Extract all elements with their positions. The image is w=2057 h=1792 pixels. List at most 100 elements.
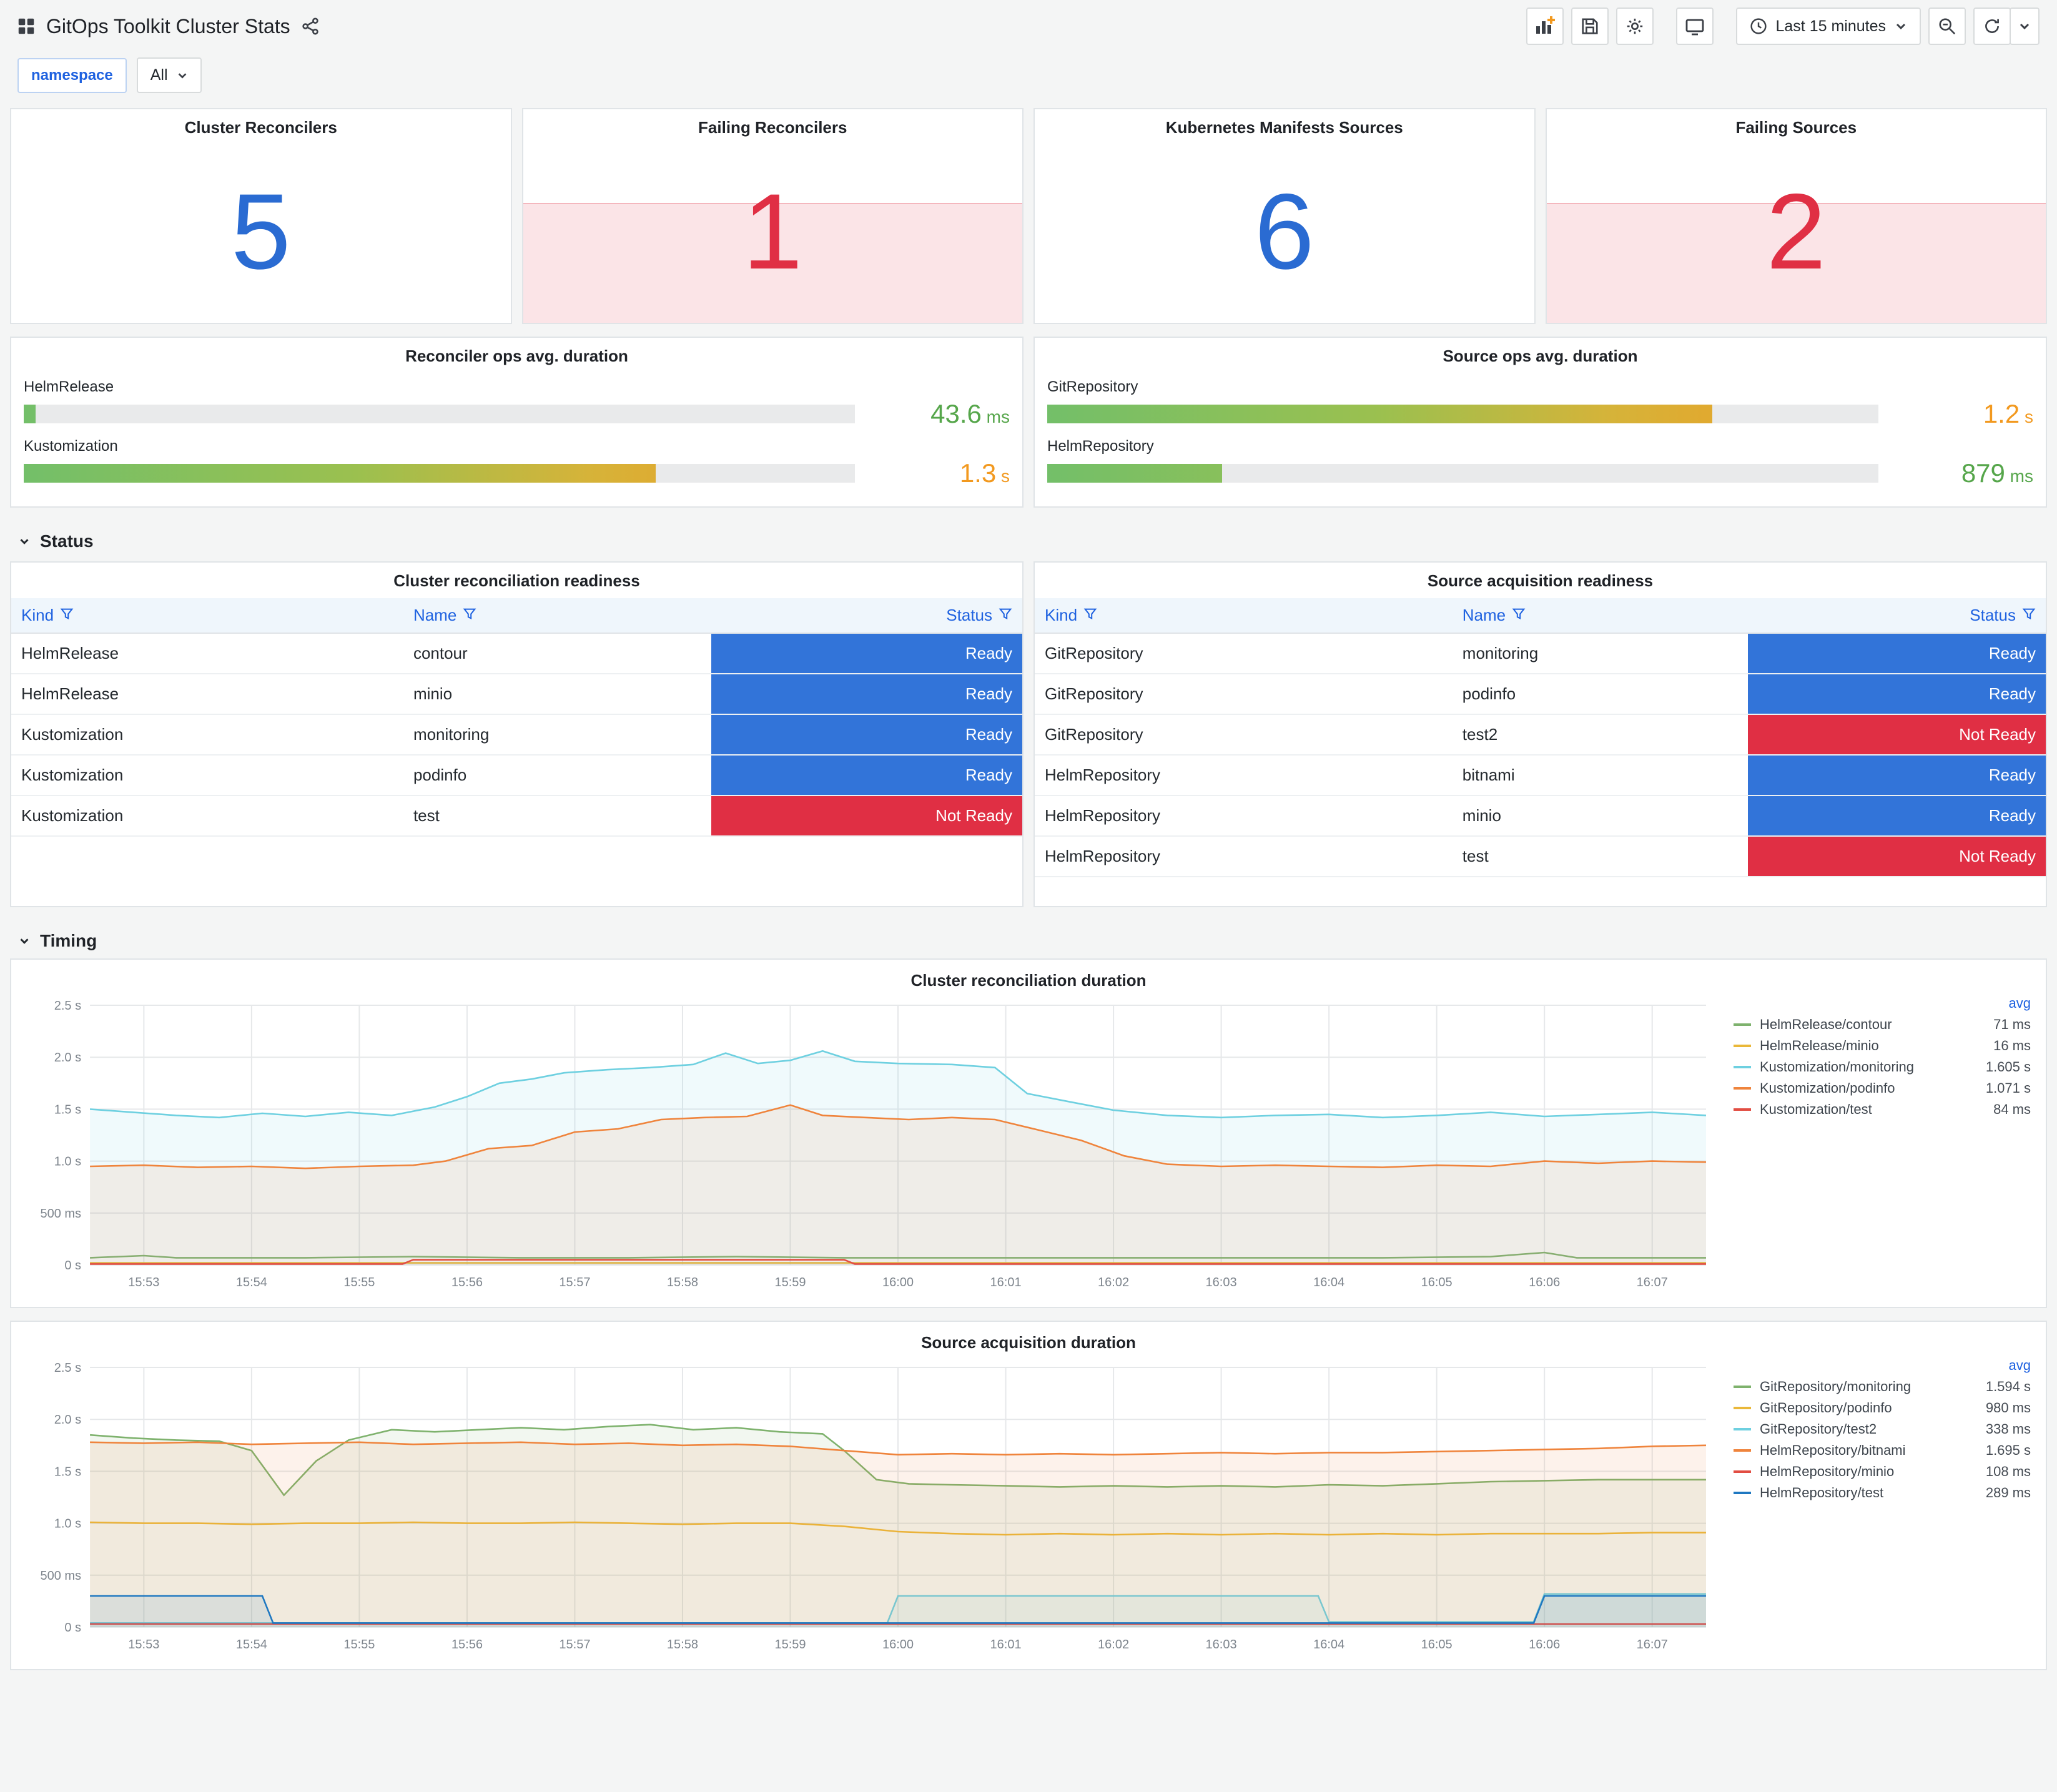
filter-funnel-icon[interactable] bbox=[2022, 607, 2036, 621]
legend-item[interactable]: Kustomization/monitoring 1.605 s bbox=[1734, 1059, 2031, 1075]
series-name[interactable]: Kustomization/monitoring bbox=[1760, 1059, 1977, 1075]
panel-title[interactable]: Cluster reconciliation duration bbox=[21, 962, 2036, 993]
svg-text:0 s: 0 s bbox=[64, 1259, 81, 1273]
share-dashboard-icon[interactable] bbox=[302, 17, 319, 35]
refresh-dashboard-button[interactable] bbox=[1973, 7, 2011, 45]
bar-gauge-track bbox=[1047, 463, 1878, 483]
bar-gauge-value: 1.2 s bbox=[1983, 399, 2033, 429]
legend-item[interactable]: HelmRepository/test 289 ms bbox=[1734, 1485, 2031, 1501]
cell-status: Not Ready bbox=[1747, 714, 2046, 756]
series-color-swatch bbox=[1734, 1428, 1751, 1430]
series-color-swatch bbox=[1734, 1066, 1751, 1068]
zoom-out-time-button[interactable] bbox=[1928, 7, 1966, 45]
series-name[interactable]: HelmRepository/bitnami bbox=[1760, 1442, 1977, 1459]
cycle-view-mode-button[interactable] bbox=[1675, 7, 1714, 45]
table-row: HelmRepository bitnami Ready bbox=[1035, 755, 2046, 796]
svg-text:500 ms: 500 ms bbox=[40, 1207, 81, 1221]
column-header-kind[interactable]: Kind bbox=[11, 598, 403, 634]
cell-kind: HelmRepository bbox=[1035, 795, 1453, 837]
time-range-label: Last 15 minutes bbox=[1775, 17, 1887, 35]
panel-title[interactable]: Failing Sources bbox=[1547, 109, 2046, 140]
template-variables-row: namespace All bbox=[0, 52, 2057, 106]
bar-gauge-track bbox=[24, 405, 855, 424]
series-name[interactable]: GitRepository/monitoring bbox=[1760, 1379, 1977, 1395]
legend-item[interactable]: HelmRelease/contour 71 ms bbox=[1734, 1017, 2031, 1033]
column-header-status[interactable]: Status bbox=[1747, 598, 2046, 634]
series-color-swatch bbox=[1734, 1386, 1751, 1388]
panel-title[interactable]: Cluster reconciliation readiness bbox=[11, 563, 1022, 593]
series-name[interactable]: HelmRelease/minio bbox=[1760, 1038, 1985, 1054]
panel-title[interactable]: Kubernetes Manifests Sources bbox=[1035, 109, 1534, 140]
variable-namespace-dropdown[interactable]: All bbox=[136, 57, 202, 93]
panel-title[interactable]: Source acquisition readiness bbox=[1035, 563, 2046, 593]
cell-status: Ready bbox=[711, 714, 1022, 756]
svg-text:15:53: 15:53 bbox=[128, 1638, 159, 1652]
column-header-status[interactable]: Status bbox=[711, 598, 1022, 634]
table-row: GitRepository test2 Not Ready bbox=[1035, 714, 2046, 756]
series-name[interactable]: GitRepository/test2 bbox=[1760, 1421, 1977, 1437]
legend-avg-header[interactable]: avg bbox=[1734, 1357, 2031, 1374]
bar-gauge-gitrepository: GitRepository 1.2 s bbox=[1047, 378, 2033, 427]
cell-status: Not Ready bbox=[711, 795, 1022, 837]
chart-panel-cluster-reconciliation-duration: Cluster reconciliation duration 15:53 15:… bbox=[10, 958, 2047, 1308]
table-row: GitRepository podinfo Ready bbox=[1035, 674, 2046, 715]
dashboard-title[interactable]: GitOps Toolkit Cluster Stats bbox=[46, 15, 290, 38]
save-dashboard-button[interactable] bbox=[1571, 7, 1609, 45]
refresh-interval-dropdown[interactable] bbox=[2010, 7, 2040, 45]
panel-title[interactable]: Reconciler ops avg. duration bbox=[24, 338, 1010, 368]
legend-item[interactable]: HelmRelease/minio 16 ms bbox=[1734, 1038, 2031, 1054]
section-label: Timing bbox=[40, 931, 97, 950]
column-header-kind[interactable]: Kind bbox=[1035, 598, 1453, 634]
table-row: HelmRepository test Not Ready bbox=[1035, 836, 2046, 877]
legend-item[interactable]: GitRepository/podinfo 980 ms bbox=[1734, 1400, 2031, 1416]
panel-title[interactable]: Source ops avg. duration bbox=[1047, 338, 2033, 368]
readiness-table: Kind Name Status HelmRelease contour Rea… bbox=[11, 598, 1022, 837]
series-name[interactable]: HelmRepository/test bbox=[1760, 1485, 1977, 1501]
series-name[interactable]: Kustomization/test bbox=[1760, 1101, 1985, 1118]
legend-item[interactable]: Kustomization/test 84 ms bbox=[1734, 1101, 2031, 1118]
filter-funnel-icon[interactable] bbox=[999, 607, 1012, 621]
time-range-picker[interactable]: Last 15 minutes bbox=[1735, 7, 1921, 45]
dashboard-settings-button[interactable] bbox=[1616, 7, 1654, 45]
plot-area[interactable]: 15:53 15:54 15:55 15:56 15:57 15:58 15:59 16:00… bbox=[21, 1355, 1721, 1665]
panel-title[interactable]: Source acquisition duration bbox=[21, 1324, 2036, 1355]
series-name[interactable]: Kustomization/podinfo bbox=[1760, 1080, 1977, 1096]
series-name[interactable]: GitRepository/podinfo bbox=[1760, 1400, 1977, 1416]
legend-item[interactable]: GitRepository/monitoring 1.594 s bbox=[1734, 1379, 2031, 1395]
cell-name: minio bbox=[403, 674, 712, 715]
column-header-name[interactable]: Name bbox=[403, 598, 712, 634]
svg-text:1.0 s: 1.0 s bbox=[54, 1517, 81, 1531]
stat-panel-failing-sources: Failing Sources 2 bbox=[1545, 108, 2047, 324]
legend-avg-header[interactable]: avg bbox=[1734, 995, 2031, 1012]
apps-grid-icon[interactable] bbox=[17, 17, 35, 35]
add-panel-button[interactable] bbox=[1526, 7, 1564, 45]
section-header-timing[interactable]: Timing bbox=[0, 917, 2057, 958]
bar-gauge-label: GitRepository bbox=[1047, 378, 1138, 396]
time-series-plot[interactable]: 15:53 15:54 15:55 15:56 15:57 15:58 15:59 16:00… bbox=[21, 993, 1721, 1297]
series-name[interactable]: HelmRepository/minio bbox=[1760, 1464, 1977, 1480]
cell-kind: GitRepository bbox=[1035, 633, 1453, 674]
section-header-status[interactable]: Status bbox=[0, 518, 2057, 559]
column-header-name[interactable]: Name bbox=[1452, 598, 1748, 634]
panel-title[interactable]: Failing Reconcilers bbox=[523, 109, 1023, 140]
filter-funnel-icon[interactable] bbox=[463, 607, 476, 621]
svg-text:15:58: 15:58 bbox=[667, 1276, 698, 1289]
svg-text:15:58: 15:58 bbox=[667, 1638, 698, 1652]
series-name[interactable]: HelmRelease/contour bbox=[1760, 1017, 1985, 1033]
filter-funnel-icon[interactable] bbox=[60, 607, 74, 621]
legend-item[interactable]: HelmRepository/bitnami 1.695 s bbox=[1734, 1442, 2031, 1459]
cell-name: test bbox=[1452, 836, 1748, 877]
svg-text:16:07: 16:07 bbox=[1637, 1638, 1668, 1652]
legend-item[interactable]: HelmRepository/minio 108 ms bbox=[1734, 1464, 2031, 1480]
dashboard-header: GitOps Toolkit Cluster Stats Last 15 min… bbox=[0, 0, 2057, 52]
legend-item[interactable]: GitRepository/test2 338 ms bbox=[1734, 1421, 2031, 1437]
time-series-plot[interactable]: 15:53 15:54 15:55 15:56 15:57 15:58 15:59 16:00… bbox=[21, 1355, 1721, 1660]
plot-area[interactable]: 15:53 15:54 15:55 15:56 15:57 15:58 15:59 16:00… bbox=[21, 993, 1721, 1302]
panel-title[interactable]: Cluster Reconcilers bbox=[11, 109, 511, 140]
svg-text:15:55: 15:55 bbox=[343, 1276, 375, 1289]
filter-funnel-icon[interactable] bbox=[1083, 607, 1097, 621]
filter-funnel-icon[interactable] bbox=[1512, 607, 1526, 621]
stat-panel-cluster-reconcilers: Cluster Reconcilers 5 bbox=[10, 108, 512, 324]
legend-item[interactable]: Kustomization/podinfo 1.071 s bbox=[1734, 1080, 2031, 1096]
svg-text:15:56: 15:56 bbox=[451, 1638, 483, 1652]
